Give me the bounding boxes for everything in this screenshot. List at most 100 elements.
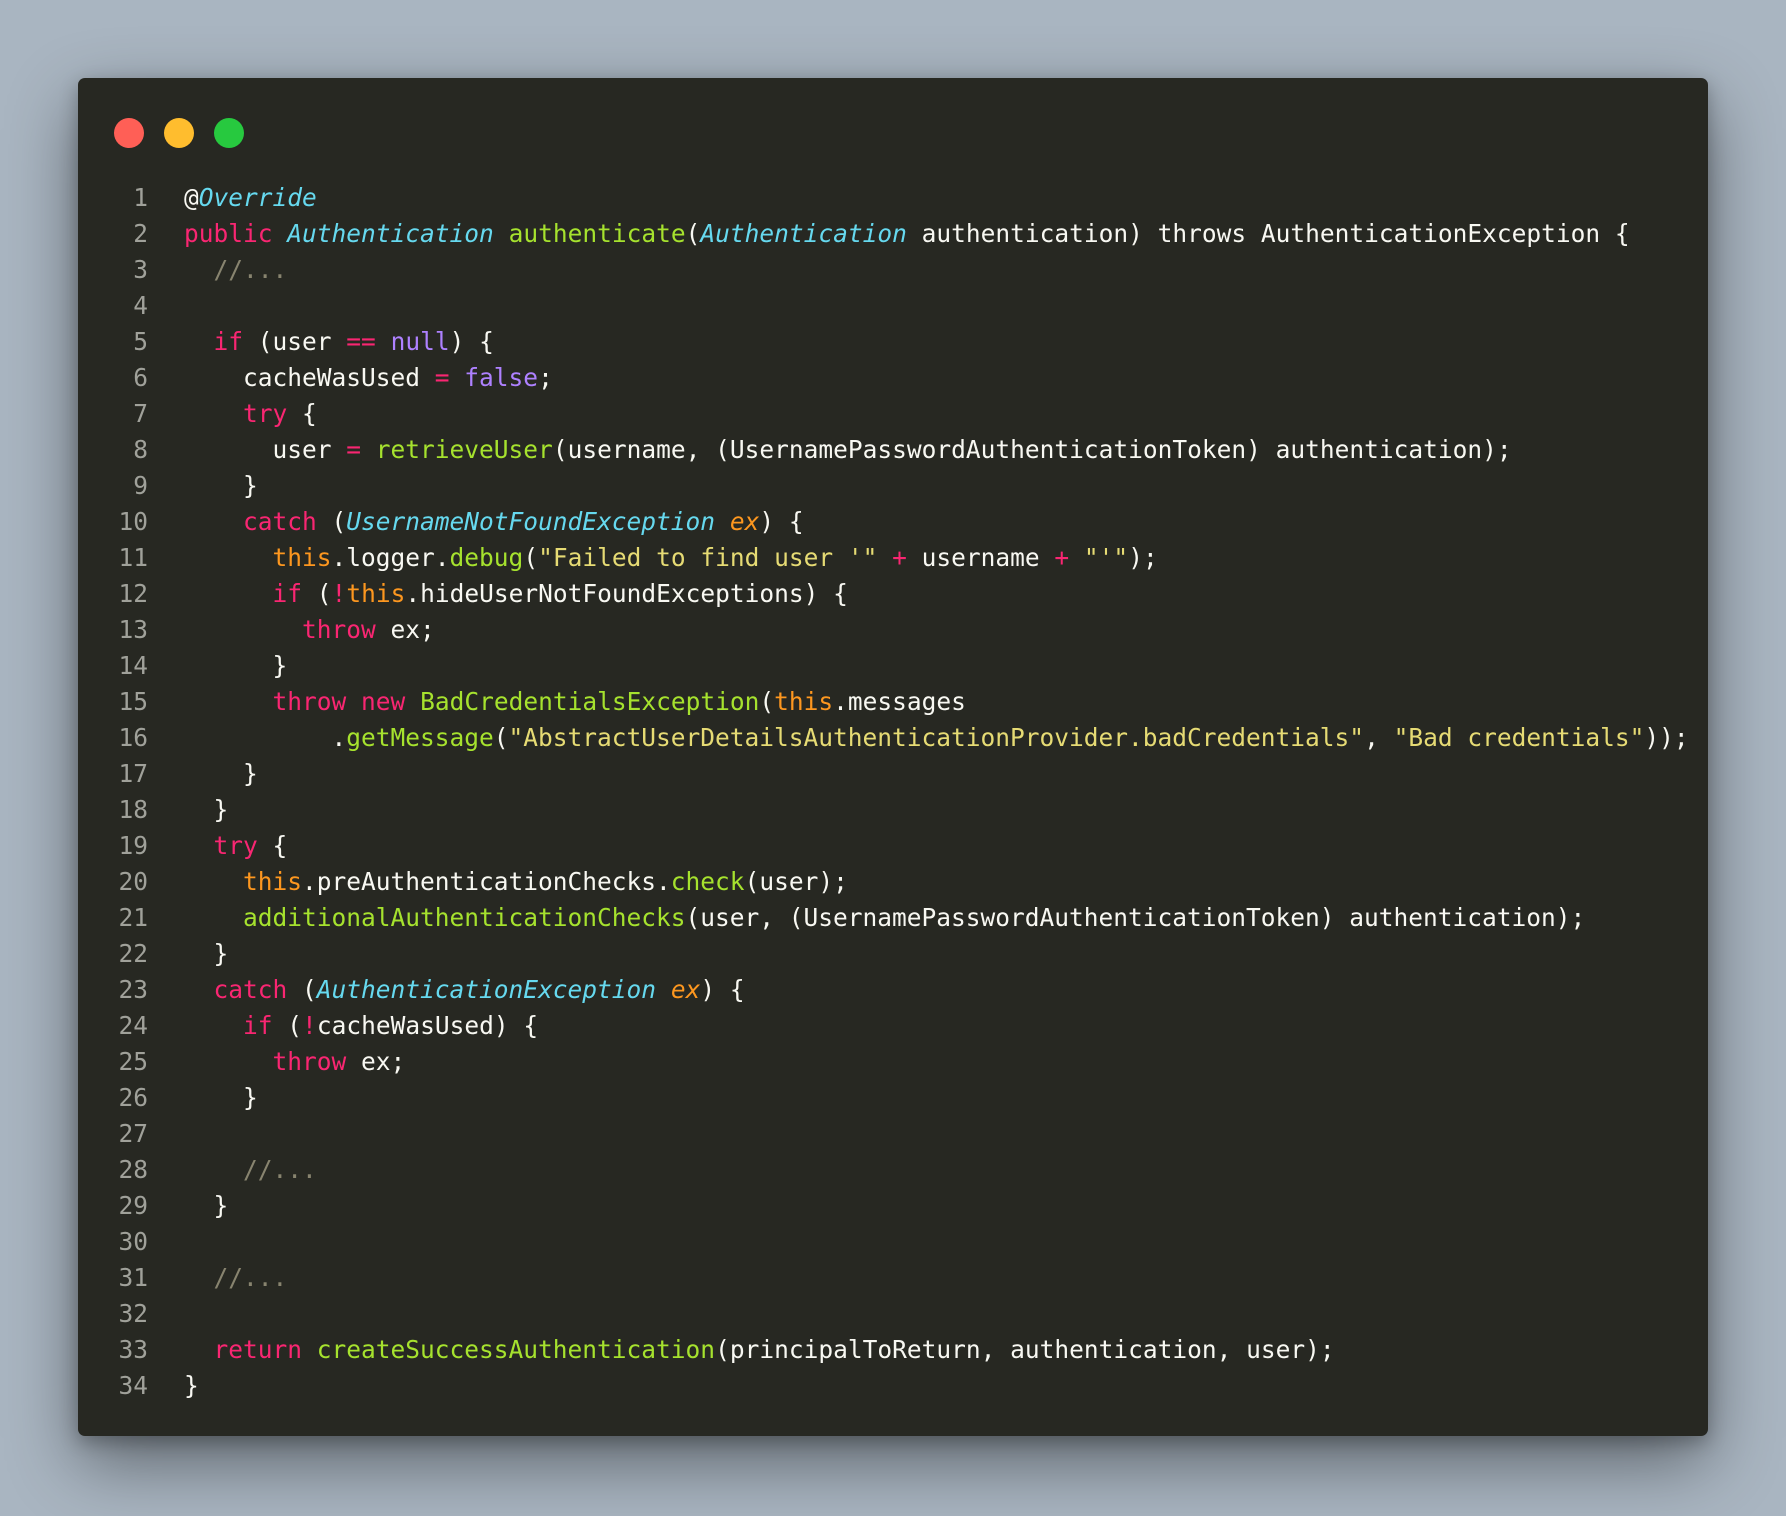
code-token: ex	[670, 975, 701, 1004]
line-number: 3	[133, 255, 148, 284]
code-token: throw	[272, 687, 347, 716]
code-token: try	[243, 399, 288, 428]
code-line: 1 @Override	[78, 180, 1708, 216]
code-line: 27	[78, 1116, 1708, 1152]
code-token: public	[184, 219, 273, 248]
code-token: }	[184, 1083, 258, 1112]
code-line: 16 .getMessage("AbstractUserDetailsAuthe…	[78, 720, 1708, 756]
code-token: =	[434, 363, 450, 392]
minimize-button[interactable]	[164, 118, 194, 148]
code-token: ));	[1644, 723, 1689, 752]
code-line: 5 if (user == null) {	[78, 324, 1708, 360]
line-number: 26	[118, 1083, 148, 1112]
code-token: cacheWasUsed) {	[316, 1011, 539, 1040]
code-token: (principalToReturn, authentication, user…	[715, 1335, 1335, 1364]
line-source: }	[184, 468, 258, 504]
code-token: (user);	[744, 867, 848, 896]
code-token: check	[670, 867, 745, 896]
line-number: 14	[118, 651, 148, 680]
code-line: 19 try {	[78, 828, 1708, 864]
code-token: (username, (UsernamePasswordAuthenticati…	[552, 435, 1512, 464]
code-line: 11 this.logger.debug("Failed to find use…	[78, 540, 1708, 576]
line-number: 11	[118, 543, 148, 572]
code-token: new	[361, 687, 406, 716]
code-token: }	[184, 939, 229, 968]
line-source: }	[184, 756, 258, 792]
line-source: //...	[184, 1152, 317, 1188]
line-number: 10	[118, 507, 148, 536]
line-number: 28	[118, 1155, 148, 1184]
code-line: 6 cacheWasUsed = false;	[78, 360, 1708, 396]
code-line: 26 }	[78, 1080, 1708, 1116]
code-token: }	[184, 795, 229, 824]
code-token: {	[287, 399, 317, 428]
line-source: catch (AuthenticationException ex) {	[184, 972, 745, 1008]
code-token: .	[184, 723, 347, 752]
code-token: ex;	[375, 615, 435, 644]
code-token: (	[685, 219, 701, 248]
line-number: 5	[133, 327, 148, 356]
maximize-button[interactable]	[214, 118, 244, 148]
code-window: 1 @Override 2 public Authentication authent…	[78, 78, 1708, 1436]
code-token: (	[316, 507, 347, 536]
code-line: 22 }	[78, 936, 1708, 972]
code-token: this	[774, 687, 834, 716]
code-token: ==	[346, 327, 376, 356]
code-token: if	[272, 579, 303, 608]
code-token: ;	[538, 363, 553, 392]
line-number: 15	[118, 687, 148, 716]
code-line: 21 additionalAuthenticationChecks(user, …	[78, 900, 1708, 936]
code-token: {	[257, 831, 288, 860]
code-line: 25 throw ex;	[78, 1044, 1708, 1080]
line-source: return createSuccessAuthentication(princ…	[184, 1332, 1335, 1368]
line-source: cacheWasUsed = false;	[184, 360, 553, 396]
code-token: .logger.	[331, 543, 450, 572]
line-number: 8	[133, 435, 148, 464]
code-line: 28 //...	[78, 1152, 1708, 1188]
line-number: 29	[118, 1191, 148, 1220]
line-number: 7	[133, 399, 148, 428]
code-token: authentication) throws AuthenticationExc…	[906, 219, 1630, 248]
code-token: ex;	[346, 1047, 406, 1076]
line-number: 20	[118, 867, 148, 896]
line-number: 27	[118, 1119, 148, 1148]
line-source: }	[184, 648, 288, 684]
line-number: 18	[118, 795, 148, 824]
line-source: try {	[184, 396, 317, 432]
line-source: }	[184, 1080, 258, 1116]
code-token: (	[523, 543, 539, 572]
line-number: 17	[118, 759, 148, 788]
code-token: =	[346, 435, 362, 464]
code-token: }	[184, 651, 288, 680]
code-token: (user, (UsernamePasswordAuthenticationTo…	[685, 903, 1586, 932]
code-token: (	[493, 723, 509, 752]
code-line: 4	[78, 288, 1708, 324]
line-source: }	[184, 1188, 229, 1224]
close-button[interactable]	[114, 118, 144, 148]
line-source: throw ex;	[184, 1044, 406, 1080]
line-source: }	[184, 1368, 199, 1404]
code-token: return	[213, 1335, 303, 1364]
line-source: throw ex;	[184, 612, 435, 648]
code-token: !	[331, 579, 347, 608]
code-token: }	[184, 1371, 199, 1400]
line-number: 19	[118, 831, 148, 860]
line-source: this.logger.debug("Failed to find user '…	[184, 540, 1158, 576]
line-number: 9	[133, 471, 148, 500]
code-line: 20 this.preAuthenticationChecks.check(us…	[78, 864, 1708, 900]
code-line: 29 }	[78, 1188, 1708, 1224]
